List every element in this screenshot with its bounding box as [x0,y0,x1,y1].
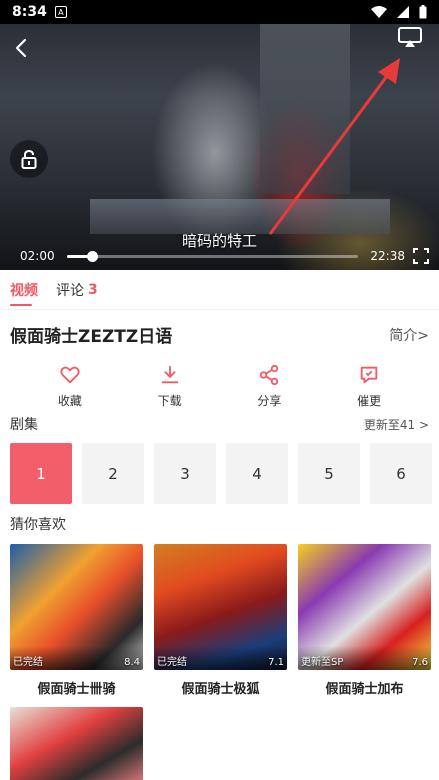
recommend-name: 假面骑士极狐 [181,682,260,697]
recommend-card[interactable]: 更新至SP 7.6 假面骑士加布 [298,544,431,697]
recommend-score: 8.4 [124,657,140,668]
remind-update-button[interactable]: 催更 [339,364,399,409]
content-tabs: 视频 评论 3 [0,270,439,310]
recommend-score: 7.1 [268,657,284,668]
remind-icon [360,366,378,384]
lock-icon [21,149,37,169]
episode-button-1[interactable]: 1 [10,443,72,504]
show-title: 假面骑士ZEZTZ日语 [10,327,173,347]
episode-button-3[interactable]: 3 [154,443,216,504]
recommend-status: 已完结 [157,657,187,668]
comment-count-badge: 3 [88,281,98,298]
episode-button-6[interactable]: 6 [370,443,432,504]
remind-update-label: 催更 [357,394,382,408]
share-button[interactable]: 分享 [239,364,299,409]
intro-link[interactable]: 简介> [389,325,429,345]
wifi-icon [371,6,387,18]
tab-video-label: 视频 [10,282,38,299]
recommend-title: 猜你喜欢 [10,517,66,533]
player-controls: 02:00 22:38 [0,244,439,268]
annotation-arrow [268,58,400,235]
status-time: 8:34 [12,4,47,20]
recommend-card[interactable]: 已完结 7.1 假面骑士极狐 [154,544,287,697]
battery-icon [419,5,427,19]
progress-thumb[interactable] [87,250,99,262]
show-title-row: 假面骑士ZEZTZ日语 简介> [10,322,429,347]
episode-button-2[interactable]: 2 [82,443,144,504]
favorite-button[interactable]: 收藏 [40,364,100,409]
screen-lock-button[interactable] [10,140,48,178]
status-bar: 8:34 A [0,0,439,24]
recommend-header: 猜你喜欢 [10,514,429,534]
notification-icon: A [54,6,67,18]
tab-comments[interactable]: 评论 3 [56,270,98,310]
total-time: 22:38 [370,249,405,263]
recommend-card[interactable] [10,707,143,780]
episode-button-5[interactable]: 5 [298,443,360,504]
recommend-name: 假面骑士卌骑 [37,682,116,697]
video-player[interactable]: 暗码的特工 02:00 22:38 [0,24,439,270]
cast-screen-icon[interactable] [397,26,423,48]
back-arrow-icon[interactable] [10,36,34,60]
action-bar: 收藏 下载 分享 催更 [0,364,439,409]
recommend-poster: 已完结 7.1 [154,544,287,670]
signal-icon [397,6,409,18]
fullscreen-icon[interactable] [413,248,429,264]
episodes-header: 剧集 更新至41 > [10,414,429,434]
recommend-poster: 已完结 8.4 [10,544,143,670]
episodes-title: 剧集 [10,417,38,433]
share-label: 分享 [257,394,282,408]
tab-comments-label: 评论 [56,282,84,299]
current-time: 02:00 [20,249,55,263]
tab-video[interactable]: 视频 [10,270,38,310]
heart-icon [60,366,80,384]
episodes-more-link[interactable]: 更新至41 > [364,416,429,433]
favorite-label: 收藏 [57,394,82,408]
episode-list: 1 2 3 4 5 6 [10,443,432,504]
recommend-grid: 已完结 8.4 假面骑士卌骑 已完结 7.1 假面骑士极狐 更新至SP 7.6 … [10,544,439,780]
download-label: 下载 [157,394,182,408]
recommend-status: 已完结 [13,657,43,668]
recommend-poster: 更新至SP 7.6 [298,544,431,670]
download-button[interactable]: 下载 [140,364,200,409]
recommend-score: 7.6 [412,657,428,668]
recommend-name: 假面骑士加布 [325,682,404,697]
share-icon [260,364,279,386]
recommend-status: 更新至SP [301,657,344,668]
progress-bar[interactable] [66,250,359,262]
download-icon [161,365,178,384]
episode-button-4[interactable]: 4 [226,443,288,504]
recommend-card[interactable]: 已完结 8.4 假面骑士卌骑 [10,544,143,697]
recommend-poster [10,707,143,780]
